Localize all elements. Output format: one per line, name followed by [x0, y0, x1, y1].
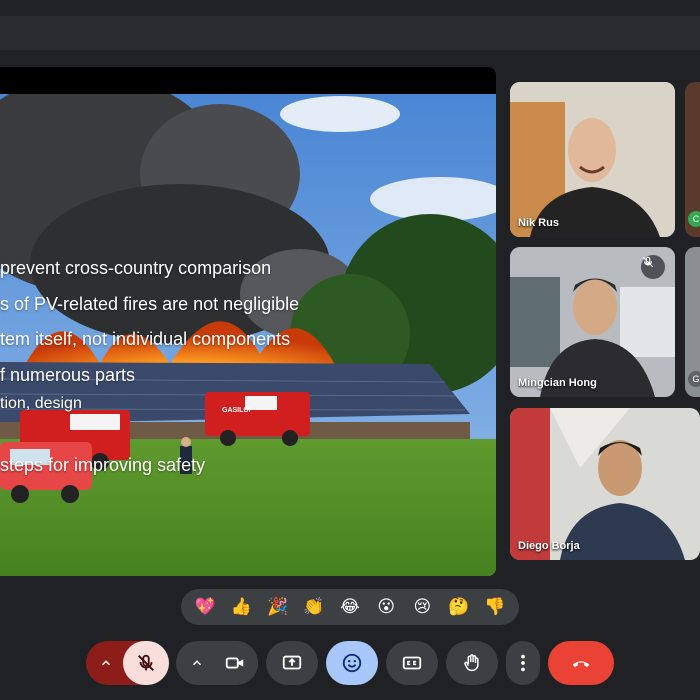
captions-icon	[402, 656, 422, 670]
participant-tile-mingcian-hong[interactable]: Mingcian Hong	[510, 247, 675, 397]
slide-bullet-3: tem itself, not individual components	[0, 329, 291, 349]
leave-call-button[interactable]	[548, 641, 614, 685]
reaction-thumbs-up[interactable]: 👍	[227, 593, 255, 621]
more-options-button[interactable]	[506, 641, 540, 685]
top-bar	[0, 0, 700, 50]
camera-toggle-button[interactable]	[212, 641, 258, 685]
mic-off-icon	[642, 256, 654, 268]
reaction-surprised[interactable]: 😮	[372, 593, 400, 621]
participant-name: Diego Borja	[518, 540, 580, 552]
participant-tile-diego-borja[interactable]: Diego Borja	[510, 408, 700, 560]
participant-tile-nik-rus[interactable]: Nik Rus	[510, 82, 675, 237]
reactions-button[interactable]	[326, 641, 378, 685]
reaction-sad[interactable]: 😢	[408, 593, 436, 621]
slide: prevent cross-country comparison s of PV…	[0, 94, 496, 576]
slide-bullet-4: f numerous parts	[0, 365, 136, 385]
present-screen-icon	[282, 655, 302, 670]
presentation-stage[interactable]: prevent cross-country comparison s of PV…	[0, 67, 496, 576]
slide-bullet-2: s of PV-related fires are not negligible	[0, 294, 300, 314]
more-vertical-icon	[521, 654, 525, 672]
participant-name: Nik Rus	[518, 217, 559, 229]
muted-indicator	[641, 255, 665, 279]
reaction-thinking[interactable]: 🤔	[445, 593, 473, 621]
reaction-thumbs-down[interactable]: 👎	[481, 593, 509, 621]
chevron-up-icon	[192, 660, 202, 666]
reaction-heart[interactable]: 💖	[191, 593, 219, 621]
captions-button[interactable]	[386, 641, 438, 685]
raise-hand-button[interactable]	[446, 641, 498, 685]
participant-video	[510, 82, 675, 237]
slide-bullet-6: steps for improving safety	[0, 455, 206, 475]
participant-tile-side-1[interactable]: C	[685, 82, 700, 237]
reaction-clap[interactable]: 👏	[300, 593, 328, 621]
reaction-laugh[interactable]: 😂	[336, 593, 364, 621]
mic-off-icon	[138, 654, 154, 671]
avatar: C	[688, 211, 700, 227]
avatar: G	[688, 371, 700, 387]
participant-video	[510, 408, 700, 560]
end-call-icon	[572, 661, 590, 668]
microphone-toggle-button[interactable]	[123, 641, 169, 685]
participant-name: Mingcian Hong	[518, 377, 597, 389]
reaction-bar: 💖 👍 🎉 👏 😂 😮 😢 🤔 👎	[181, 589, 519, 625]
raise-hand-icon	[464, 654, 479, 672]
participant-tile-side-2[interactable]: G	[685, 247, 700, 397]
chevron-up-icon	[101, 660, 111, 666]
camera-icon	[225, 657, 244, 669]
present-screen-button[interactable]	[266, 641, 318, 685]
reaction-party[interactable]: 🎉	[264, 593, 292, 621]
slide-bullet-5: tion, design	[0, 395, 82, 412]
slide-bullet-1: prevent cross-country comparison	[0, 258, 272, 278]
emoji-icon	[342, 653, 362, 673]
truck-label: GASILCI	[222, 407, 251, 414]
